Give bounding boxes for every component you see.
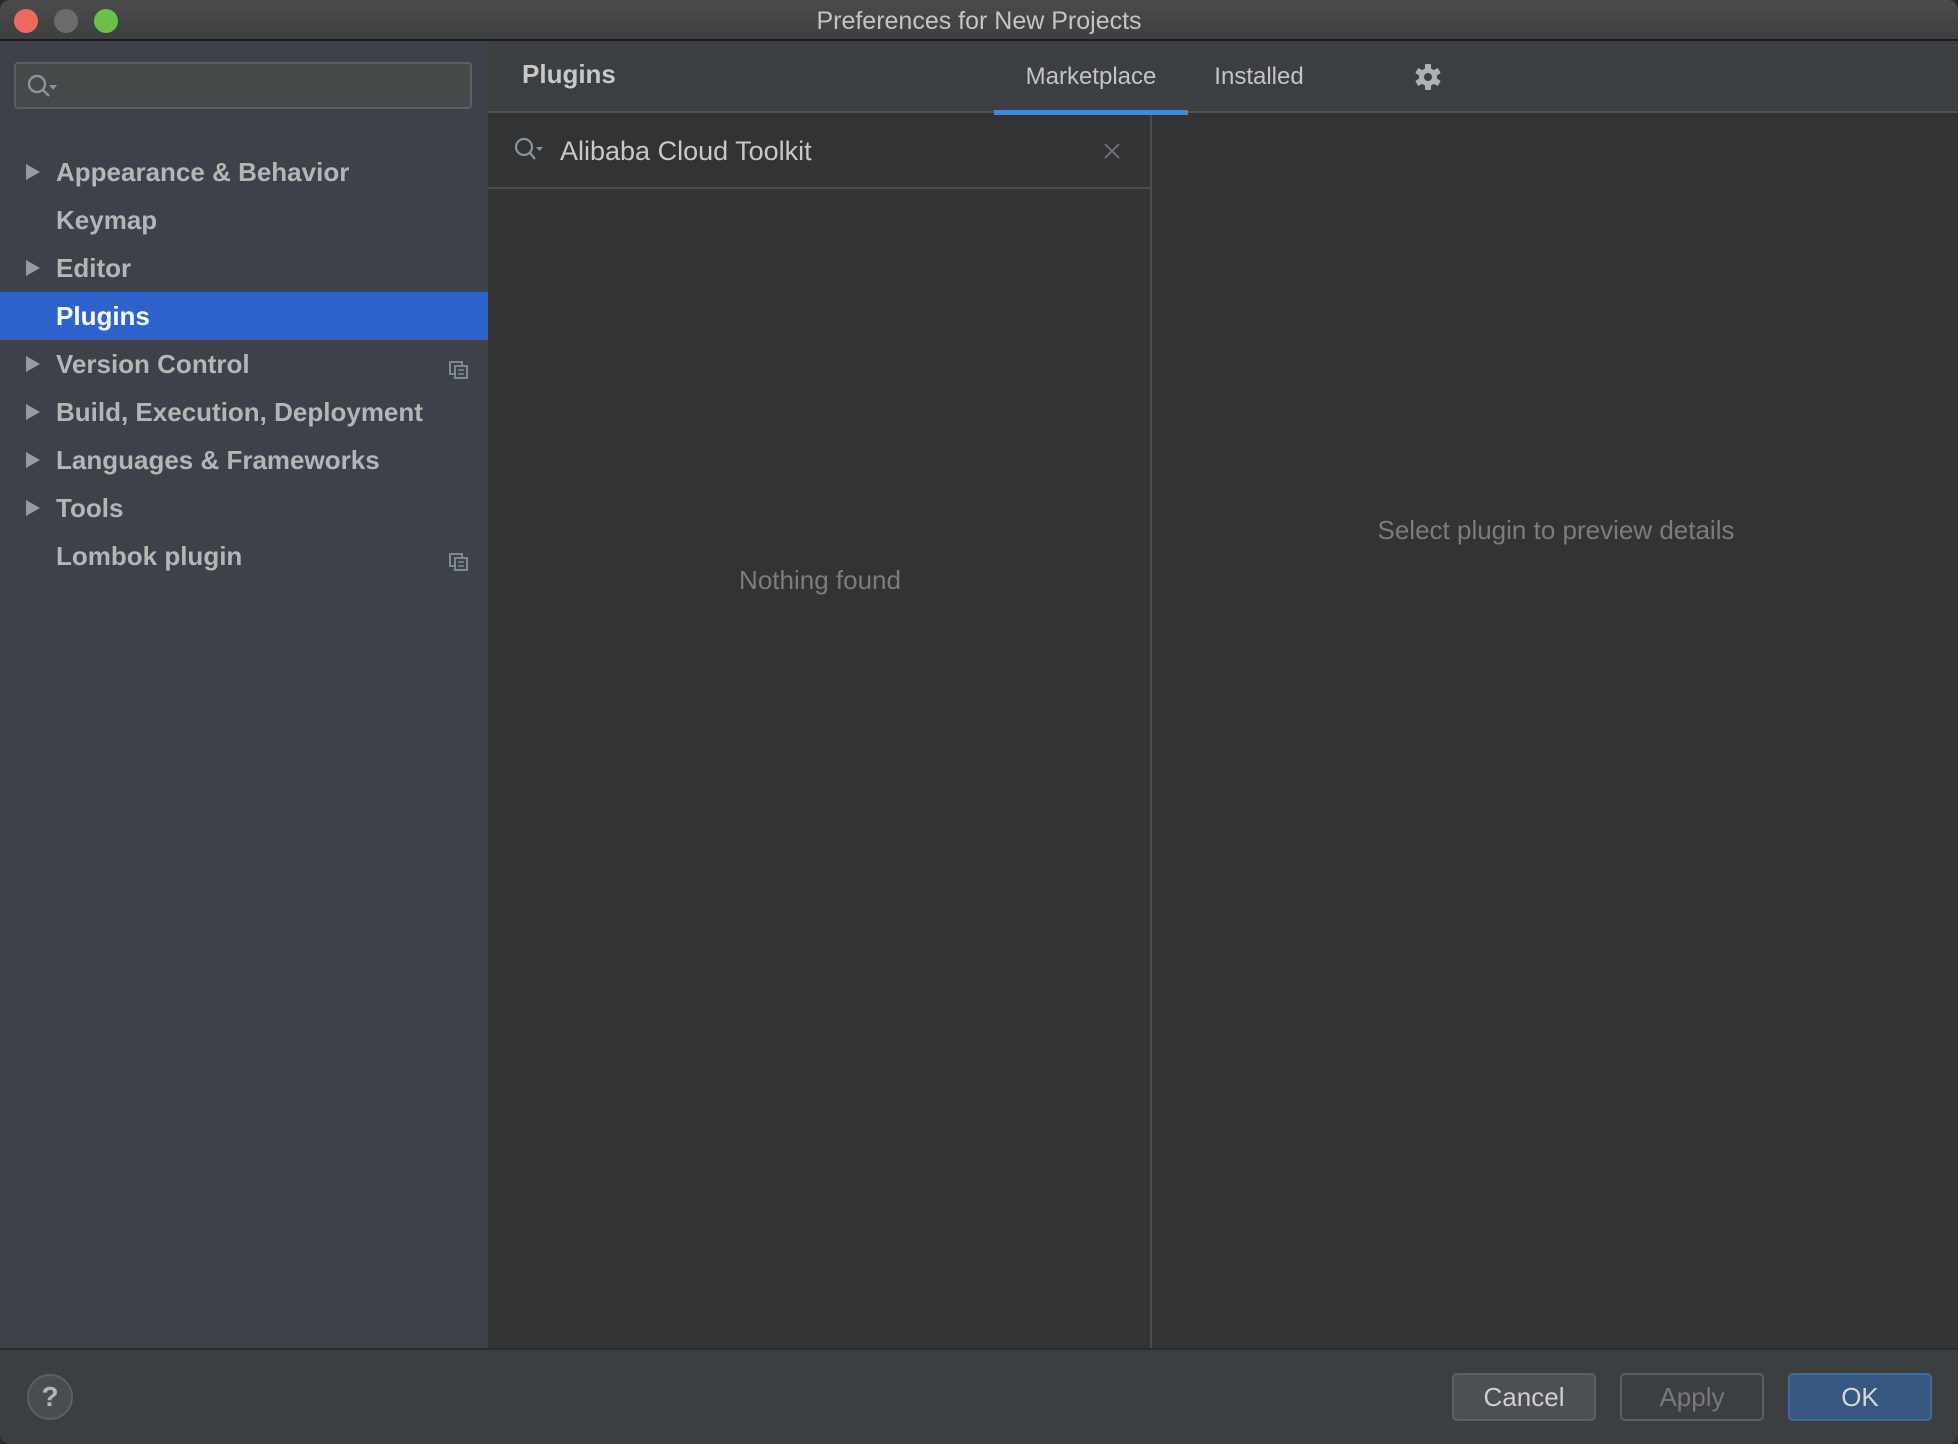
expand-arrow-icon[interactable] [26,404,40,420]
sidebar-item-keymap[interactable]: Keymap [0,196,488,244]
sidebar-item-lombok-plugin[interactable]: Lombok plugin [0,532,488,580]
sidebar-item-label: Build, Execution, Deployment [56,397,423,427]
sidebar-item-build-execution-deployment[interactable]: Build, Execution, Deployment [0,388,488,436]
sidebar-item-label: Editor [56,253,132,283]
sidebar-item-label: Plugins [56,301,150,331]
settings-search-input[interactable] [66,70,456,102]
plugins-header: Plugins Marketplace Installed [488,41,1958,115]
sidebar-item-label: Lombok plugin [56,541,243,571]
dialog-footer: ? Cancel Apply OK [0,1348,1958,1444]
settings-search-box[interactable] [14,62,472,109]
expand-arrow-icon[interactable] [26,500,40,516]
page-title: Plugins [522,59,616,89]
window-title: Preferences for New Projects [816,7,1142,35]
title-bar: Preferences for New Projects [0,0,1958,41]
sidebar-item-version-control[interactable]: Version Control [0,340,488,388]
sidebar-item-plugins[interactable]: Plugins [0,292,488,340]
sidebar-item-label: Languages & Frameworks [56,445,380,475]
search-icon[interactable] [26,73,62,106]
settings-tree: Appearance & Behavior Keymap Editor Plug… [0,148,488,580]
sidebar-item-label: Appearance & Behavior [56,157,350,187]
sidebar-item-editor[interactable]: Editor [0,244,488,292]
plugin-search-input[interactable] [560,133,1060,169]
settings-sidebar: Appearance & Behavior Keymap Editor Plug… [0,41,488,1348]
empty-results-message: Nothing found [739,565,901,595]
help-button[interactable]: ? [27,1374,73,1420]
cancel-button[interactable]: Cancel [1452,1373,1596,1421]
sidebar-item-label: Keymap [56,205,158,235]
sidebar-item-languages-frameworks[interactable]: Languages & Frameworks [0,436,488,484]
plugin-list-panel: Nothing found [488,115,1152,1348]
project-level-icon [449,355,469,379]
search-icon[interactable] [513,136,549,169]
plugin-detail-panel: Select plugin to preview details [1154,115,1958,1348]
sidebar-item-label: Version Control [56,349,250,379]
expand-arrow-icon[interactable] [26,356,40,372]
tab-installed[interactable]: Installed [1200,41,1318,113]
sidebar-item-appearance-behavior[interactable]: Appearance & Behavior [0,148,488,196]
tab-marketplace[interactable]: Marketplace [994,41,1188,115]
gear-icon[interactable] [1414,63,1442,91]
plugins-page: Plugins Marketplace Installed Alibaba Cl… [488,41,1958,1348]
sidebar-item-tools[interactable]: Tools [0,484,488,532]
expand-arrow-icon[interactable] [26,260,40,276]
preferences-window: Preferences for New Projects Appearance … [0,0,1958,1444]
clear-search-icon[interactable] [1100,139,1124,163]
expand-arrow-icon[interactable] [26,452,40,468]
project-level-icon [449,547,469,571]
apply-button[interactable]: Apply [1620,1373,1764,1421]
expand-arrow-icon[interactable] [26,164,40,180]
plugin-search-bar[interactable] [488,115,1152,189]
detail-placeholder-message: Select plugin to preview details [1377,515,1735,545]
ok-button[interactable]: OK [1788,1373,1932,1421]
sidebar-item-label: Tools [56,493,124,523]
